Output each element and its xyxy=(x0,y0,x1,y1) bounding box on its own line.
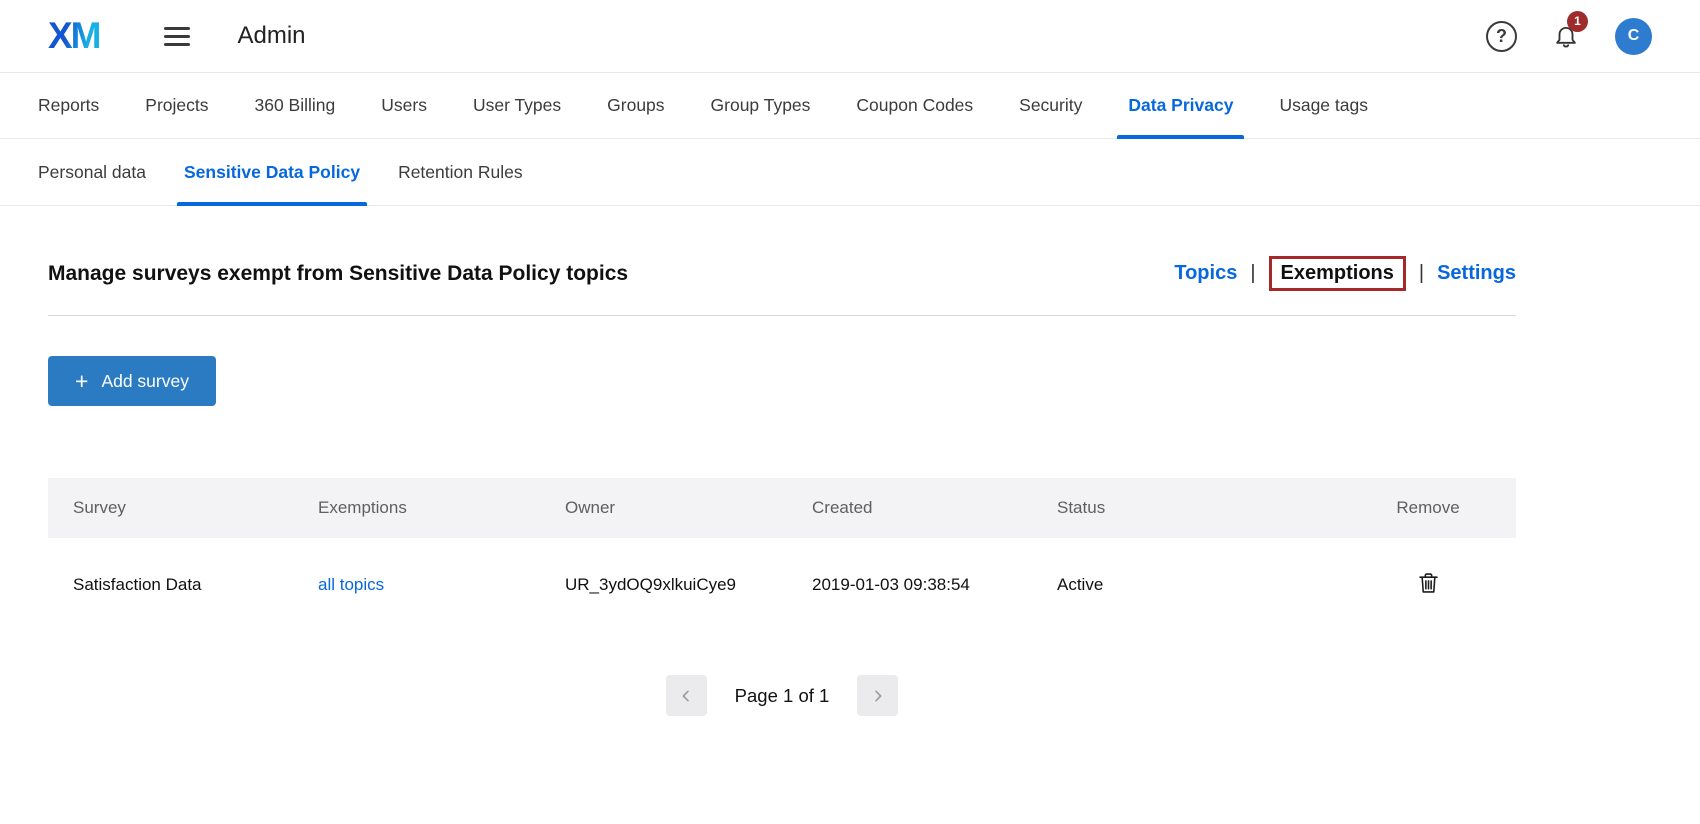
separator: | xyxy=(1419,262,1424,285)
add-survey-button[interactable]: + Add survey xyxy=(48,356,216,406)
topics-link[interactable]: Topics xyxy=(1174,262,1237,285)
tab-reports[interactable]: Reports xyxy=(38,73,122,138)
tab-data-privacy[interactable]: Data Privacy xyxy=(1105,73,1256,138)
avatar[interactable]: C xyxy=(1615,18,1652,55)
table-header-row: Survey Exemptions Owner Created Status R… xyxy=(48,478,1516,538)
settings-link[interactable]: Settings xyxy=(1437,262,1516,285)
view-switcher: Topics | Exemptions | Settings xyxy=(1174,256,1516,291)
column-header-created: Created xyxy=(787,478,1032,538)
xm-logo[interactable]: XM xyxy=(48,15,100,57)
exemptions-table: Survey Exemptions Owner Created Status R… xyxy=(48,478,1516,625)
separator: | xyxy=(1250,262,1255,285)
tab-user-types[interactable]: User Types xyxy=(450,73,584,138)
column-header-owner: Owner xyxy=(540,478,787,538)
pagination: Page 1 of 1 xyxy=(48,675,1516,716)
main-content: Manage surveys exempt from Sensitive Dat… xyxy=(48,206,1516,716)
table-row: Satisfaction Data all topics UR_3ydOQ9xl… xyxy=(48,538,1516,625)
tab-security[interactable]: Security xyxy=(996,73,1105,138)
hamburger-menu-icon[interactable] xyxy=(162,23,192,50)
trash-icon xyxy=(1419,572,1438,594)
cell-created-date: 2019-01-03 09:38:54 xyxy=(787,538,1032,625)
page-indicator: Page 1 of 1 xyxy=(735,685,830,707)
subtab-sensitive-data-policy[interactable]: Sensitive Data Policy xyxy=(165,139,379,205)
tab-usage-tags[interactable]: Usage tags xyxy=(1256,73,1391,138)
subtab-retention-rules[interactable]: Retention Rules xyxy=(379,139,542,205)
cell-owner-id: UR_3ydOQ9xlkuiCye9 xyxy=(540,538,787,625)
notification-badge: 1 xyxy=(1567,11,1588,32)
tab-users[interactable]: Users xyxy=(358,73,450,138)
column-header-status: Status xyxy=(1032,478,1340,538)
subtab-personal-data[interactable]: Personal data xyxy=(38,139,165,205)
secondary-nav: Personal data Sensitive Data Policy Rete… xyxy=(0,139,1700,206)
help-icon[interactable]: ? xyxy=(1486,21,1517,52)
topbar: XM Admin ? 1 C xyxy=(0,0,1700,73)
plus-icon: + xyxy=(75,370,88,393)
chevron-left-icon xyxy=(678,688,694,704)
heading-row: Manage surveys exempt from Sensitive Dat… xyxy=(48,206,1516,315)
column-header-survey: Survey xyxy=(48,478,293,538)
previous-page-button[interactable] xyxy=(666,675,707,716)
remove-survey-button[interactable] xyxy=(1415,570,1442,599)
column-header-remove: Remove xyxy=(1340,478,1516,538)
tab-coupon-codes[interactable]: Coupon Codes xyxy=(833,73,996,138)
chevron-right-icon xyxy=(870,688,886,704)
tab-360-billing[interactable]: 360 Billing xyxy=(232,73,359,138)
topbar-actions: ? 1 C xyxy=(1486,18,1652,55)
cell-survey-name: Satisfaction Data xyxy=(48,538,293,625)
tab-groups[interactable]: Groups xyxy=(584,73,687,138)
column-header-exemptions: Exemptions xyxy=(293,478,540,538)
tab-projects[interactable]: Projects xyxy=(122,73,231,138)
add-survey-label: Add survey xyxy=(101,371,189,392)
all-topics-link[interactable]: all topics xyxy=(318,575,384,594)
primary-nav: Reports Projects 360 Billing Users User … xyxy=(0,73,1700,139)
tab-group-types[interactable]: Group Types xyxy=(688,73,834,138)
next-page-button[interactable] xyxy=(857,675,898,716)
notifications-button[interactable]: 1 xyxy=(1553,22,1579,55)
section-heading: Manage surveys exempt from Sensitive Dat… xyxy=(48,262,628,286)
page-title: Admin xyxy=(238,22,306,50)
cell-status: Active xyxy=(1032,538,1340,625)
divider xyxy=(48,315,1516,316)
exemptions-link[interactable]: Exemptions xyxy=(1269,256,1406,291)
